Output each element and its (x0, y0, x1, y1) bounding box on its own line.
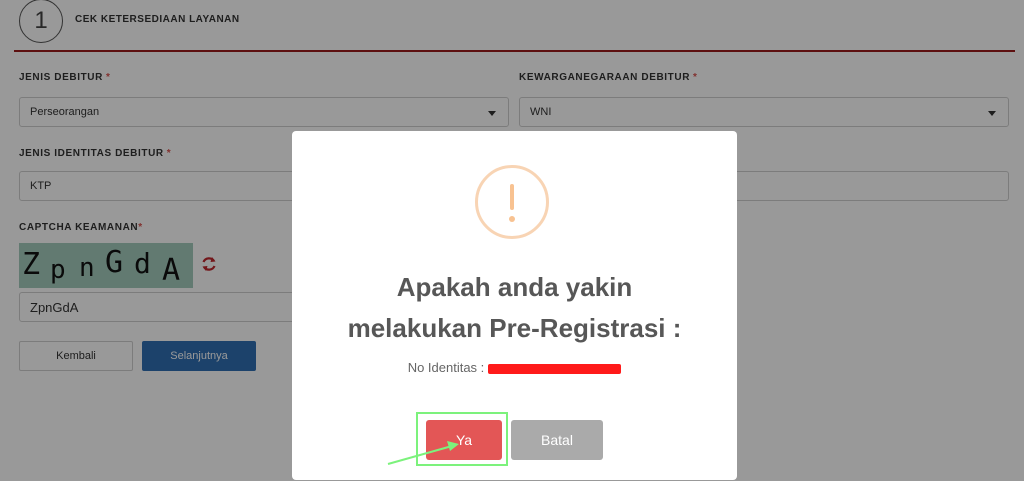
pointer-arrow-icon (387, 441, 459, 465)
